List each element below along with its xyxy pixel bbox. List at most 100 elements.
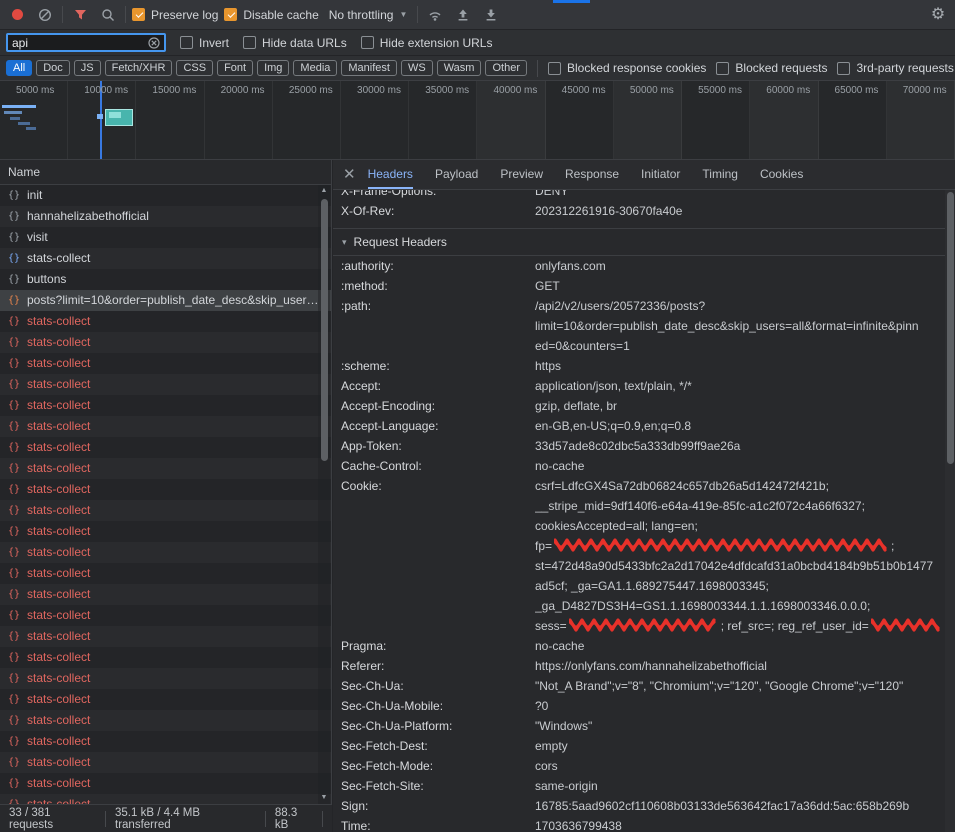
filter-toggle-button[interactable] xyxy=(69,4,91,26)
request-row[interactable]: {}visit xyxy=(0,227,331,248)
hide-data-urls-checkbox[interactable]: Hide data URLs xyxy=(243,36,347,50)
settings-gear-icon[interactable]: ⚙ xyxy=(927,4,949,26)
header-value: /api2/v2/users/20572336/posts?limit=10&o… xyxy=(535,296,945,356)
chip-all[interactable]: All xyxy=(6,60,32,76)
request-row[interactable]: {}stats-collect xyxy=(0,248,331,269)
request-list-scrollbar[interactable]: ▲ ▼ xyxy=(318,185,330,804)
chip-media[interactable]: Media xyxy=(293,60,337,76)
request-row[interactable]: {}stats-collect xyxy=(0,479,331,500)
request-row[interactable]: {}stats-collect xyxy=(0,668,331,689)
request-row[interactable]: {}stats-collect xyxy=(0,395,331,416)
tab-cookies[interactable]: Cookies xyxy=(760,160,803,189)
header-value: GET xyxy=(535,276,945,296)
hide-extension-urls-checkbox[interactable]: Hide extension URLs xyxy=(361,36,493,50)
scrollbar-thumb[interactable] xyxy=(947,192,954,464)
tab-preview[interactable]: Preview xyxy=(500,160,543,189)
name-column-label: Name xyxy=(8,165,40,179)
request-row[interactable]: {}stats-collect xyxy=(0,311,331,332)
timeline-label: 30000 ms xyxy=(357,85,401,96)
preserve-log-checkbox[interactable]: Preserve log xyxy=(132,8,218,22)
chip-manifest[interactable]: Manifest xyxy=(341,60,397,76)
script-icon: {} xyxy=(8,227,20,248)
tab-payload[interactable]: Payload xyxy=(435,160,478,189)
clear-button[interactable] xyxy=(34,4,56,26)
request-row[interactable]: {}stats-collect xyxy=(0,752,331,773)
record-button[interactable] xyxy=(6,4,28,26)
filter-input-box[interactable] xyxy=(6,33,166,52)
request-row[interactable]: {}stats-collect xyxy=(0,794,331,804)
chip-js[interactable]: JS xyxy=(74,60,101,76)
chip-other[interactable]: Other xyxy=(485,60,527,76)
request-row[interactable]: {}stats-collect xyxy=(0,563,331,584)
request-row[interactable]: {}stats-collect xyxy=(0,689,331,710)
chip-font[interactable]: Font xyxy=(217,60,253,76)
request-row[interactable]: {}stats-collect xyxy=(0,416,331,437)
request-row[interactable]: {}stats-collect xyxy=(0,647,331,668)
chip-fetch-xhr[interactable]: Fetch/XHR xyxy=(105,60,173,76)
waterfall-bar xyxy=(2,105,36,108)
request-headers-section-header[interactable]: ▾ Request Headers xyxy=(333,229,945,256)
tab-initiator[interactable]: Initiator xyxy=(641,160,680,189)
blocked-requests-checkbox[interactable]: Blocked requests xyxy=(716,61,827,75)
chip-ws[interactable]: WS xyxy=(401,60,433,76)
request-row[interactable]: {}stats-collect xyxy=(0,542,331,563)
header-value: "Not_A Brand";v="8", "Chromium";v="120",… xyxy=(535,676,945,696)
waterfall-bar xyxy=(10,117,20,120)
scroll-up-icon[interactable]: ▲ xyxy=(318,185,330,197)
request-row[interactable]: {}stats-collect xyxy=(0,374,331,395)
details-scrollbar[interactable] xyxy=(945,190,955,832)
header-name: Referer: xyxy=(341,656,535,676)
request-row[interactable]: {}stats-collect xyxy=(0,437,331,458)
checkbox-icon xyxy=(716,62,729,75)
request-row[interactable]: {}posts?limit=10&order=publish_date_desc… xyxy=(0,290,331,311)
tab-headers[interactable]: Headers xyxy=(368,160,413,189)
tab-timing[interactable]: Timing xyxy=(702,160,738,189)
network-conditions-icon xyxy=(427,8,443,22)
disable-cache-checkbox[interactable]: Disable cache xyxy=(224,8,318,22)
script-icon: {} xyxy=(8,248,20,269)
timeline-overview[interactable]: 5000 ms10000 ms15000 ms20000 ms25000 ms3… xyxy=(0,81,955,160)
request-row[interactable]: {}buttons xyxy=(0,269,331,290)
scroll-down-icon[interactable]: ▼ xyxy=(318,792,330,804)
request-row[interactable]: {}stats-collect xyxy=(0,731,331,752)
blocked-response-cookies-checkbox[interactable]: Blocked response cookies xyxy=(548,61,706,75)
request-row[interactable]: {}stats-collect xyxy=(0,500,331,521)
request-row[interactable]: {}stats-collect xyxy=(0,710,331,731)
chip-css[interactable]: CSS xyxy=(176,60,213,76)
chip-img[interactable]: Img xyxy=(257,60,289,76)
request-row[interactable]: {}stats-collect xyxy=(0,626,331,647)
request-row[interactable]: {}stats-collect xyxy=(0,353,331,374)
request-row[interactable]: {}stats-collect xyxy=(0,521,331,542)
checkbox-icon xyxy=(548,62,561,75)
header-name: :method: xyxy=(341,276,535,296)
request-name: stats-collect xyxy=(27,335,90,349)
request-row[interactable]: {}stats-collect xyxy=(0,773,331,794)
close-icon[interactable]: ✕ xyxy=(343,167,356,182)
request-row[interactable]: {}stats-collect xyxy=(0,605,331,626)
chip-doc[interactable]: Doc xyxy=(36,60,70,76)
header-row: Cookie:csrf=LdfcGX4Sa72db06824c657db26a5… xyxy=(341,476,945,636)
chip-wasm[interactable]: Wasm xyxy=(437,60,482,76)
search-button[interactable] xyxy=(97,4,119,26)
name-column-header[interactable]: Name xyxy=(0,160,331,185)
request-row[interactable]: {}init xyxy=(0,185,331,206)
filter-input[interactable] xyxy=(12,36,144,50)
redaction-scribble xyxy=(871,618,943,632)
request-row[interactable]: {}stats-collect xyxy=(0,458,331,479)
header-row: Sec-Ch-Ua-Platform:"Windows" xyxy=(341,716,945,736)
scrollbar-thumb[interactable] xyxy=(321,199,328,461)
third-party-requests-label: 3rd-party requests xyxy=(856,61,953,75)
request-row[interactable]: {}stats-collect xyxy=(0,332,331,353)
network-conditions-button[interactable] xyxy=(424,4,446,26)
clear-filter-icon[interactable] xyxy=(148,37,160,49)
throttling-select[interactable]: No throttling ▼ xyxy=(325,8,412,22)
request-row[interactable]: {}stats-collect xyxy=(0,584,331,605)
request-row[interactable]: {}hannahelizabethofficial xyxy=(0,206,331,227)
third-party-requests-checkbox[interactable]: 3rd-party requests xyxy=(837,61,953,75)
tab-response[interactable]: Response xyxy=(565,160,619,189)
export-har-button[interactable] xyxy=(480,4,502,26)
headers-panel[interactable]: X-Frame-Options:DENYX-Of-Rev:20231226191… xyxy=(333,190,945,832)
import-har-button[interactable] xyxy=(452,4,474,26)
invert-checkbox[interactable]: Invert xyxy=(180,36,229,50)
header-value: en-GB,en-US;q=0.9,en;q=0.8 xyxy=(535,416,945,436)
